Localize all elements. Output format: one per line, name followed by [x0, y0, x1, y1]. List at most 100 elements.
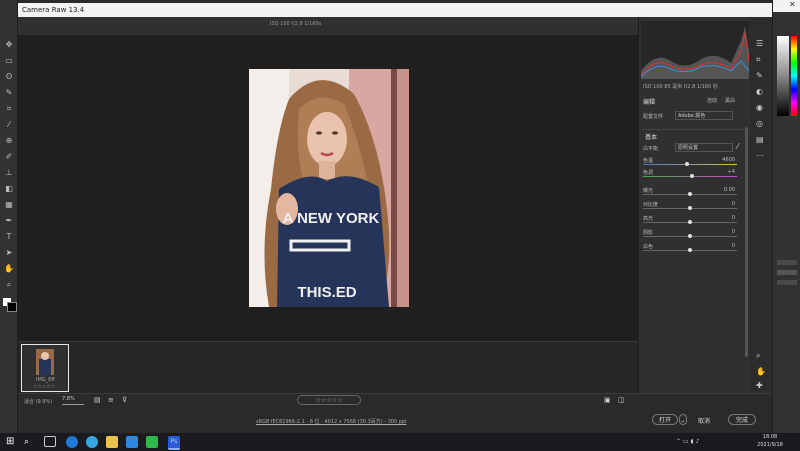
- slider-knob[interactable]: [689, 174, 694, 178]
- wechat-icon[interactable]: [146, 436, 158, 448]
- color-picker-field[interactable]: [777, 36, 789, 116]
- close-icon[interactable]: ✕: [789, 0, 796, 9]
- slider-knob[interactable]: [685, 162, 690, 166]
- bottom-bar: 适合 (9.9%) 7.8% ▤ ≡ ⊽ ☆☆☆☆☆ ▣ ◫ sRGB IEC6…: [18, 393, 772, 433]
- lasso-tool-icon[interactable]: ʘ: [4, 72, 14, 82]
- move-tool-icon[interactable]: ✥: [4, 40, 14, 50]
- file-explorer-icon[interactable]: [106, 436, 118, 448]
- slider-contrast[interactable]: 对比度 0: [643, 201, 737, 211]
- crop-tool-icon[interactable]: ⌗: [4, 104, 14, 114]
- filter-icon[interactable]: ⊽: [122, 396, 127, 404]
- photoshop-app-icon[interactable]: Ps: [168, 436, 180, 450]
- hand-tool-icon[interactable]: ✋: [4, 264, 14, 274]
- system-tray-icons[interactable]: ⌃ ▭ ◖ ♪: [676, 438, 699, 445]
- auto-button[interactable]: 自动: [707, 97, 717, 104]
- more-icon[interactable]: ⋯: [756, 151, 764, 160]
- filmstrip-options-icon[interactable]: ▤: [94, 396, 101, 404]
- image-canvas[interactable]: A NEW YORK THIS.ED: [18, 35, 638, 341]
- slider-highlights[interactable]: 高光 0: [643, 215, 737, 225]
- profile-dropdown[interactable]: Adobe 颜色: [675, 111, 733, 120]
- open-options-chevron-icon[interactable]: ⌄: [679, 414, 687, 425]
- toggle-sampler-icon[interactable]: ✚: [756, 381, 763, 390]
- before-after-icon[interactable]: ◫: [618, 396, 625, 404]
- type-tool-icon[interactable]: T: [4, 232, 14, 242]
- thumbnail-rating[interactable]: ☆☆☆☆☆: [33, 384, 55, 390]
- snapshots-icon[interactable]: ▤: [756, 135, 764, 144]
- slider-knob[interactable]: [688, 192, 692, 196]
- swatch-strip[interactable]: [777, 270, 797, 275]
- photoshop-toolbar: ✥ ▭ ʘ ✎ ⌗ ⁄ ⊕ ✐ ⊥ ◧ ▦ ✒ T ➤ ✋ ⌕: [0, 0, 18, 433]
- slider-value[interactable]: 0: [732, 243, 735, 249]
- swatch-strip[interactable]: [777, 280, 797, 285]
- slider-exposure[interactable]: 曝光 0.00: [643, 187, 737, 197]
- eyedropper-icon[interactable]: ⁄: [4, 120, 14, 130]
- filmstrip-thumbnail[interactable]: IMG_8ff ☆☆☆☆☆: [21, 344, 69, 392]
- basic-section-title[interactable]: 基本: [645, 132, 657, 141]
- quick-select-icon[interactable]: ✎: [4, 88, 14, 98]
- slider-value[interactable]: 0: [732, 229, 735, 235]
- white-balance-dropdown[interactable]: 原照设置: [675, 143, 733, 152]
- slider-knob[interactable]: [688, 234, 692, 238]
- zoom-icon[interactable]: ⌕: [756, 351, 760, 361]
- sort-icon[interactable]: ≡: [108, 396, 114, 404]
- open-button[interactable]: 打开: [652, 414, 678, 425]
- shirt-print-line2: THIS.ED: [297, 284, 356, 301]
- healing-brush-icon[interactable]: ⊕: [4, 136, 14, 146]
- slider-temperature[interactable]: 色温 4600: [643, 157, 737, 167]
- single-view-icon[interactable]: ▣: [604, 396, 611, 404]
- white-balance-label: 白平衡: [643, 146, 659, 152]
- eraser-tool-icon[interactable]: ◧: [4, 184, 14, 194]
- taskbar-time[interactable]: 18:08: [752, 434, 788, 440]
- photoshop-panels-dock: ✕: [772, 0, 800, 433]
- presets-icon[interactable]: ◎: [756, 119, 763, 128]
- slider-knob[interactable]: [688, 206, 692, 210]
- slider-shadows[interactable]: 阴影 0: [643, 229, 737, 239]
- zoom-value[interactable]: 7.8%: [62, 396, 84, 405]
- zoom-label[interactable]: 适合 (9.9%): [24, 398, 52, 405]
- windows-start-icon[interactable]: ⊞: [6, 436, 18, 448]
- hand-icon[interactable]: ✋: [756, 367, 766, 376]
- mask-icon[interactable]: ◐: [756, 87, 763, 96]
- edge-icon[interactable]: [66, 436, 78, 448]
- slider-tint[interactable]: 色调 +4: [643, 169, 737, 179]
- slider-whites[interactable]: 白色 0: [643, 243, 737, 253]
- color-spectrum[interactable]: [791, 36, 797, 116]
- slider-value[interactable]: 4600: [722, 157, 735, 163]
- slider-knob[interactable]: [688, 220, 692, 224]
- edit-icon[interactable]: ☰: [756, 39, 763, 48]
- path-select-icon[interactable]: ➤: [4, 248, 14, 258]
- histogram: [641, 21, 749, 79]
- background-color-swatch[interactable]: [7, 302, 17, 312]
- pen-tool-icon[interactable]: ✒: [4, 216, 14, 226]
- slider-value[interactable]: 0: [732, 201, 735, 207]
- black-white-button[interactable]: 黑白: [725, 97, 735, 104]
- done-button[interactable]: 完成: [728, 414, 756, 425]
- gradient-tool-icon[interactable]: ▦: [4, 200, 14, 210]
- slider-value[interactable]: 0.00: [724, 187, 735, 193]
- mail-icon[interactable]: [126, 436, 138, 448]
- search-icon[interactable]: ⌕: [24, 436, 36, 448]
- stamp-tool-icon[interactable]: ⊥: [4, 168, 14, 178]
- slider-value[interactable]: 0: [732, 215, 735, 221]
- panel-scrollbar[interactable]: [745, 127, 748, 357]
- brush-tool-icon[interactable]: ✐: [4, 152, 14, 162]
- marquee-tool-icon[interactable]: ▭: [4, 56, 14, 66]
- zoom-tool-icon[interactable]: ⌕: [4, 280, 14, 290]
- redeye-icon[interactable]: ◉: [756, 103, 763, 112]
- taskbar-date[interactable]: 2021/9/18: [752, 442, 788, 448]
- slider-value[interactable]: +4: [728, 169, 735, 175]
- image-info-link[interactable]: sRGB IEC61966-2.1 - 8 位 - 4012 x 7568 (3…: [256, 418, 407, 425]
- task-view-icon[interactable]: [44, 436, 56, 447]
- camera-raw-window: Camera Raw 13.4 ISO 100 f/2.8 1/160s ⚙: [18, 3, 772, 433]
- chrome-icon[interactable]: [86, 436, 98, 448]
- cancel-button[interactable]: 取消: [698, 416, 710, 425]
- healing-icon[interactable]: ✎: [756, 71, 763, 80]
- windows-taskbar: ⊞ ⌕ Ps ⌃ ▭ ◖ ♪ 18:08 2021/9/18: [0, 433, 800, 451]
- divider: [643, 129, 747, 130]
- slider-knob[interactable]: [688, 248, 692, 252]
- swatch-strip[interactable]: [777, 260, 797, 265]
- crop-icon[interactable]: ⌗: [756, 55, 761, 65]
- profile-label: 配置文件: [643, 114, 664, 120]
- rating-stars[interactable]: ☆☆☆☆☆: [297, 395, 361, 405]
- eyedropper-icon[interactable]: ⁄: [737, 142, 738, 151]
